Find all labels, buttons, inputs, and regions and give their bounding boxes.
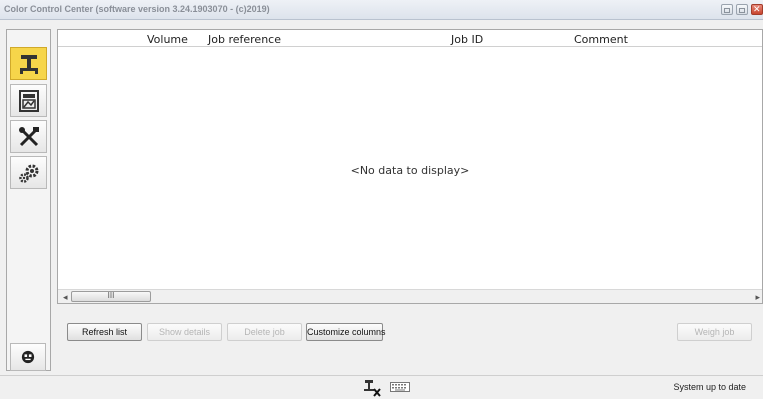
refresh-list-button[interactable]: Refresh list [67,323,142,341]
image-database-icon [18,89,39,112]
tools-icon [18,126,39,146]
column-header-job-id[interactable]: Job ID [451,33,483,46]
scale-icon [19,54,38,74]
scroll-right-arrow-icon[interactable]: ▸ [755,292,760,303]
scale-disconnected-icon [362,379,382,399]
sidebar-item-settings[interactable] [10,156,47,189]
gears-icon [18,164,38,183]
horizontal-scrollbar[interactable]: ◂ III ▸ [58,289,762,303]
status-text: System up to date [673,382,746,392]
scroll-thumb[interactable]: III [71,291,151,302]
sidebar-item-formula-database[interactable] [10,84,47,117]
column-header-job-reference[interactable]: Job reference [208,33,281,46]
column-header-comment[interactable]: Comment [574,33,628,46]
customize-columns-button[interactable]: Customize columns [306,323,386,341]
sidebar-item-scale[interactable] [10,47,47,80]
window-title: Color Control Center (software version 3… [4,4,270,14]
keyboard-icon[interactable] [390,382,410,395]
delete-job-button[interactable]: Delete job [227,323,302,341]
status-bar: System up to date [0,375,763,399]
sidebar [6,29,51,371]
helper-button[interactable] [10,343,46,371]
maximize-button[interactable] [736,4,748,15]
scroll-left-arrow-icon[interactable]: ◂ [63,292,68,303]
weigh-job-button[interactable]: Weigh job [677,323,752,341]
grid-header: Volume Job reference Job ID Comment [58,30,762,47]
close-button[interactable] [751,4,763,15]
column-header-volume[interactable]: Volume [147,33,188,46]
empty-message: <No data to display> [350,164,470,177]
jobs-grid[interactable]: Volume Job reference Job ID Comment <No … [57,29,763,304]
face-icon [21,350,35,364]
title-bar: Color Control Center (software version 3… [0,0,763,20]
show-details-button[interactable]: Show details [147,323,222,341]
sidebar-item-tools[interactable] [10,120,47,153]
minimize-button[interactable] [721,4,733,15]
